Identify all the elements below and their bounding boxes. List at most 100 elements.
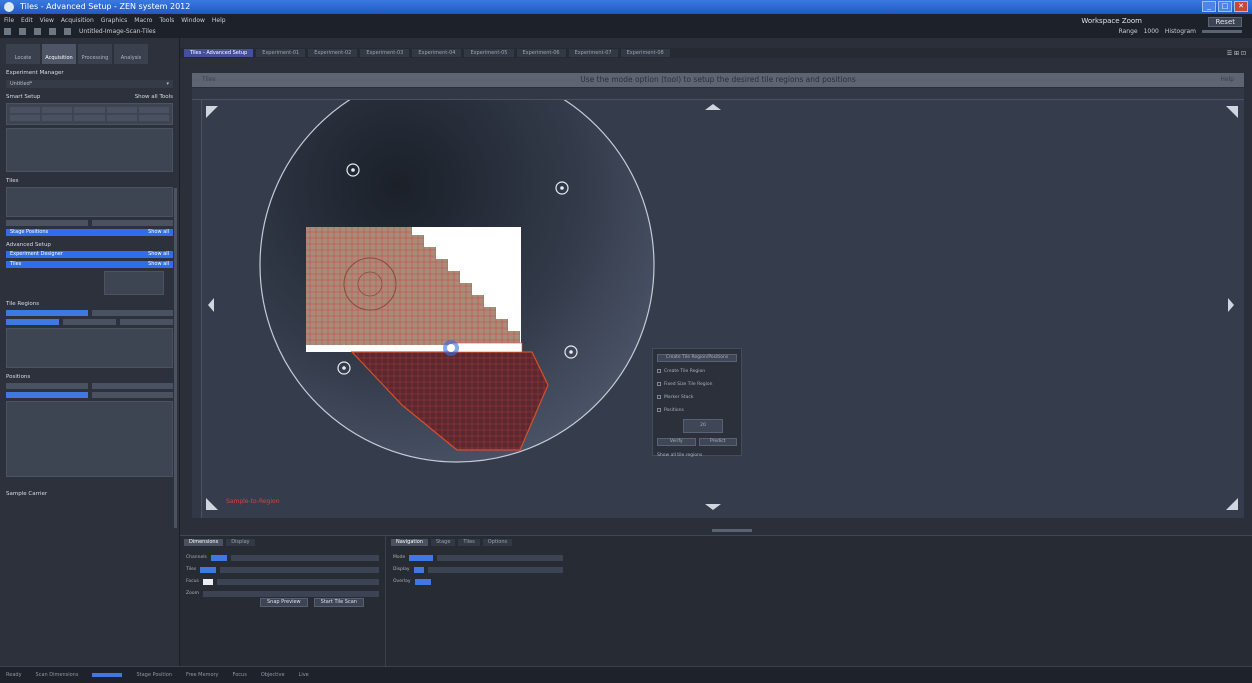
region-button[interactable] <box>6 319 59 325</box>
snap-preview-button[interactable]: Snap Preview <box>260 598 308 607</box>
tab-dimensions[interactable]: Dimensions <box>184 539 224 546</box>
grid-cell[interactable] <box>106 115 137 121</box>
menu-item[interactable]: Edit <box>21 17 33 24</box>
grid-cell[interactable] <box>10 115 41 121</box>
tab-tiles[interactable]: Tiles <box>458 539 480 546</box>
positions-field[interactable] <box>6 383 88 389</box>
positions-button[interactable] <box>6 392 88 398</box>
tab-experiment[interactable]: Experiment-04 <box>412 49 462 57</box>
option-checkbox[interactable] <box>657 382 661 386</box>
tab-experiment[interactable]: Experiment-07 <box>568 49 618 57</box>
overlay-toggle[interactable] <box>414 578 431 585</box>
left-panel-tab[interactable]: Locate <box>6 44 40 64</box>
pan-down-icon[interactable] <box>705 504 721 510</box>
tab-navigation[interactable]: Navigation <box>391 539 428 546</box>
tab-experiment[interactable]: Experiment-03 <box>360 49 410 57</box>
focus-swatch[interactable] <box>202 578 213 585</box>
grid-cell[interactable] <box>42 115 73 121</box>
grid-cell[interactable] <box>106 107 137 113</box>
channel-toggle[interactable] <box>210 554 227 561</box>
option-checkbox[interactable] <box>657 408 661 412</box>
size-field[interactable]: 20 <box>683 419 723 433</box>
grid-cell[interactable] <box>74 107 105 113</box>
splitter-handle[interactable] <box>712 529 752 532</box>
menu-item[interactable]: Acquisition <box>61 17 94 24</box>
verify-button[interactable]: Verify <box>657 438 696 446</box>
tab-stage[interactable]: Stage <box>430 539 456 546</box>
create-regions-button[interactable]: Create Tile Region/Positions <box>657 354 737 362</box>
experiment-select[interactable]: Untitled* ▾ <box>6 80 173 88</box>
undo-icon[interactable] <box>34 28 41 35</box>
tab-experiment[interactable]: Experiment-05 <box>464 49 514 57</box>
predict-button[interactable]: Predict <box>698 438 737 446</box>
grid-cell[interactable] <box>138 107 169 113</box>
zoom-field[interactable] <box>202 590 379 597</box>
left-panel-tab[interactable]: Analysis <box>114 44 148 64</box>
tab-experiment[interactable]: Experiment-06 <box>516 49 566 57</box>
panel-splitter[interactable] <box>192 527 1244 535</box>
save-icon[interactable] <box>19 28 26 35</box>
pan-up-icon[interactable] <box>705 104 721 110</box>
section-tile-regions[interactable]: Tile Regions <box>6 301 173 307</box>
corner-arrow-icon[interactable] <box>206 106 218 118</box>
left-panel-tab[interactable]: Acquisition <box>42 44 76 64</box>
corner-arrow-icon[interactable] <box>206 498 218 510</box>
reset-button[interactable]: Reset <box>1208 17 1242 27</box>
tiles-bar[interactable]: Tiles Show all <box>6 261 173 268</box>
option-checkbox[interactable] <box>657 395 661 399</box>
positions-field[interactable] <box>91 383 173 389</box>
tiles-toggle[interactable] <box>200 566 217 573</box>
mode-field[interactable] <box>437 554 563 561</box>
display-field[interactable] <box>427 566 563 573</box>
show-all-tools[interactable]: Show all Tools <box>135 94 173 100</box>
histogram-slider[interactable] <box>1202 30 1242 33</box>
tile-strip[interactable] <box>451 342 523 353</box>
settings-icon[interactable] <box>64 28 71 35</box>
menu-item[interactable]: File <box>4 17 14 24</box>
menu-item[interactable]: Graphics <box>101 17 128 24</box>
section-sample-carrier[interactable]: Sample Carrier <box>6 491 173 497</box>
workspace-zoom[interactable]: Workspace Zoom <box>1081 17 1142 25</box>
active-marker[interactable] <box>447 344 455 352</box>
corner-arrow-icon[interactable] <box>1226 498 1238 510</box>
pan-right-icon[interactable] <box>1228 298 1234 312</box>
show-all-link[interactable]: Show all <box>148 251 169 258</box>
region-field[interactable] <box>120 319 173 325</box>
grid-cell[interactable] <box>138 115 169 121</box>
positions-button[interactable] <box>91 392 173 398</box>
tab-options[interactable]: Options <box>482 539 513 546</box>
show-all-link[interactable]: Show all <box>148 261 169 268</box>
range-value[interactable]: 1000 <box>1144 28 1159 35</box>
tiles-field[interactable] <box>220 566 379 573</box>
grid-cell[interactable] <box>74 115 105 121</box>
stage-canvas[interactable]: Sample-to-Region Create Tile Region/Posi… <box>202 100 1244 518</box>
maximize-button[interactable]: □ <box>1218 1 1232 12</box>
left-panel-tab[interactable]: Processing <box>78 44 112 64</box>
close-button[interactable]: ✕ <box>1234 1 1248 12</box>
region-button[interactable] <box>6 310 88 316</box>
tab-display[interactable]: Display <box>226 539 255 546</box>
menu-item[interactable]: Tools <box>159 17 174 24</box>
stage-positions-bar[interactable]: Stage Positions Show all <box>6 229 173 236</box>
grid-cell[interactable] <box>42 107 73 113</box>
focus-field[interactable] <box>216 578 379 585</box>
menu-item[interactable]: Macro <box>134 17 152 24</box>
view-layout-icons[interactable]: ☰ ⊞ ⊡ <box>1227 50 1246 57</box>
show-all-link[interactable]: Show all <box>148 229 169 236</box>
section-advanced-setup[interactable]: Advanced Setup <box>6 242 173 248</box>
region-field[interactable] <box>91 310 173 316</box>
tab-experiment[interactable]: Experiment-01 <box>256 49 306 57</box>
hint-right[interactable]: Help <box>1220 73 1234 87</box>
corner-arrow-icon[interactable] <box>1226 106 1238 118</box>
menu-item[interactable]: Help <box>212 17 226 24</box>
pan-left-icon[interactable] <box>208 298 214 312</box>
start-tile-scan-button[interactable]: Start Tile Scan <box>313 598 364 607</box>
menu-item[interactable]: View <box>40 17 54 24</box>
tiles-preview-box[interactable] <box>104 271 164 295</box>
option-checkbox[interactable] <box>657 369 661 373</box>
tab-experiment[interactable]: Experiment-02 <box>308 49 358 57</box>
grid-cell[interactable] <box>10 107 41 113</box>
menu-item[interactable]: Window <box>181 17 205 24</box>
left-panel-scrollbar[interactable] <box>174 188 177 528</box>
display-button[interactable] <box>413 566 424 573</box>
